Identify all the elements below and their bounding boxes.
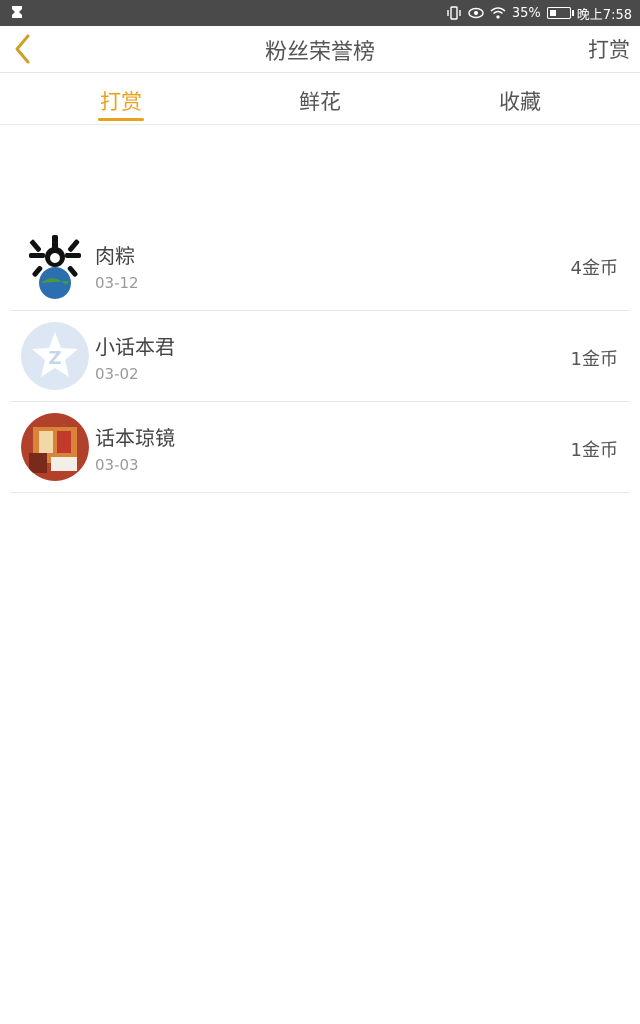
avatar [21, 413, 89, 481]
avatar [21, 231, 89, 299]
eye-comfort-icon [468, 7, 484, 19]
reward-date: 03-03 [95, 456, 139, 474]
coin-amount: 1金币 [570, 349, 618, 370]
page-title: 粉丝荣誉榜 [264, 40, 375, 65]
user-name: 肉粽 [95, 244, 135, 268]
tab-favorites[interactable]: 收藏 [470, 86, 570, 116]
list-item[interactable]: 肉粽 03-12 4金币 [10, 220, 630, 311]
nav-bar: 粉丝荣誉榜 打赏 [0, 26, 640, 73]
user-name: 话本琼镜 [95, 426, 175, 450]
battery-percent: 35% [511, 5, 541, 21]
wifi-icon [490, 7, 506, 19]
notification-icon [12, 6, 22, 18]
avatar: Z [21, 322, 89, 390]
reward-button[interactable]: 打赏 [588, 34, 630, 64]
clock: 晚上7:58 [576, 7, 632, 23]
battery-icon [546, 7, 574, 19]
tab-reward[interactable]: 打赏 [71, 86, 171, 116]
list-item[interactable]: 话本琼镜 03-03 1金币 [10, 402, 630, 493]
list-item[interactable]: Z 小话本君 03-02 1金币 [10, 311, 630, 402]
coin-amount: 1金币 [570, 440, 618, 461]
reward-date: 03-12 [95, 274, 139, 292]
fan-list: 肉粽 03-12 4金币 Z 小话本君 03-02 1金币 话本琼镜 03-03… [10, 220, 630, 493]
tab-flowers[interactable]: 鲜花 [270, 86, 370, 116]
active-tab-indicator [98, 118, 144, 121]
tab-bar: 打赏 鲜花 收藏 [0, 72, 640, 125]
user-name: 小话本君 [95, 335, 175, 359]
reward-date: 03-02 [95, 365, 139, 383]
status-bar: 35% 晚上7:58 [0, 0, 640, 26]
vibrate-icon [447, 6, 461, 20]
coin-amount: 4金币 [570, 258, 618, 279]
svg-text:Z: Z [48, 348, 61, 369]
